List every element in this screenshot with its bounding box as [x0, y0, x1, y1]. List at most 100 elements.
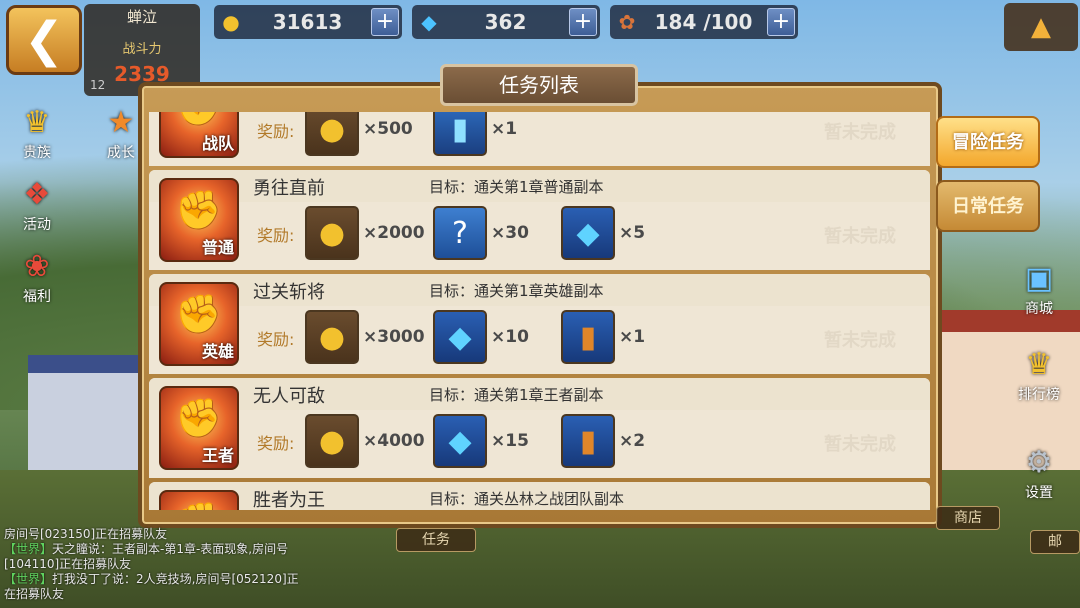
- quest-name: 胜者为王: [253, 490, 325, 510]
- chevron-left-icon: ❮: [23, 12, 65, 68]
- reward-item: ◆ ×10: [433, 310, 529, 364]
- reward-count: ×5: [619, 223, 646, 243]
- side-label: 贵族: [23, 145, 51, 161]
- diamond-icon: ◆: [421, 10, 437, 34]
- power-label: 战斗力: [122, 42, 162, 57]
- stamina-counter: ✿ 184 /100 +: [610, 5, 798, 39]
- reward-item: ▮ ×1: [561, 310, 645, 364]
- gold-counter: ● 31613 +: [214, 5, 402, 39]
- chat-channel: 【世界】: [4, 542, 53, 556]
- reward-item: ? ×30: [433, 206, 529, 260]
- fist-icon: ✊: [175, 396, 223, 440]
- trophy-icon: ♛: [1025, 347, 1053, 382]
- quest-name: 无人可敌: [253, 386, 325, 407]
- reward-label: 奖励:: [257, 226, 295, 245]
- gem-value: 362: [484, 10, 527, 34]
- coin-icon: ●: [222, 10, 240, 34]
- task-list[interactable]: ✊战队 奖励: ●×500 ▮×1 暂未完成 ✊普通 勇往直前 目标：通关第1章…: [149, 112, 930, 510]
- chest-icon: ▣: [1024, 261, 1054, 296]
- shop-bottom-tab[interactable]: 商店: [936, 506, 1000, 530]
- gem-counter: ◆ 362 +: [412, 5, 600, 39]
- add-stamina-button[interactable]: +: [767, 8, 795, 36]
- triangle-up-icon: ▲: [1031, 12, 1051, 42]
- fist-icon: ✊: [175, 188, 223, 232]
- quest-name: 过关斩将: [253, 282, 325, 303]
- side-label: 商城: [1025, 301, 1053, 317]
- chat-channel: 【世界】: [4, 572, 53, 586]
- chat-text: 房间号[023150]正在招募队友: [4, 527, 168, 541]
- reward-count: ×1: [619, 327, 646, 347]
- side-label: 福利: [23, 289, 51, 305]
- side-rank-button[interactable]: ♛ 排行榜: [1004, 346, 1074, 404]
- chat-line: 【世界】天之瞳说：王者副本-第1章-表面现象,房间号[104110]正在招募队友: [4, 542, 304, 572]
- reward-item: ◆ ×15: [433, 414, 529, 468]
- reward-item: ▮ ×2: [561, 414, 645, 468]
- coin-icon: ●: [305, 310, 359, 364]
- reward-count: ×4000: [363, 431, 425, 451]
- reward-count: ×3000: [363, 327, 425, 347]
- reward-label: 奖励:: [257, 330, 295, 349]
- task-row[interactable]: ✊ 普通 勇往直前 目标：通关第1章普通副本 奖励: ● ×2000 ? ×30 ◆ ×…: [149, 170, 930, 270]
- quest-icon: ✊ 英雄: [159, 282, 239, 366]
- coin-icon: ●: [305, 414, 359, 468]
- reward-count: ×2000: [363, 223, 425, 243]
- meat-icon: ✿: [618, 10, 636, 34]
- quest-status: 暂未完成: [824, 122, 896, 143]
- reward-count: ×500: [363, 119, 413, 139]
- add-gem-button[interactable]: +: [569, 8, 597, 36]
- side-shop-button[interactable]: ▣ 商城: [1004, 260, 1074, 318]
- player-level: 12: [90, 78, 106, 92]
- task-bottom-tab[interactable]: 任务: [396, 528, 476, 552]
- reward-item: ● ×500: [305, 112, 413, 156]
- background-house: [28, 355, 148, 475]
- quest-icon: ✊ 战队: [159, 112, 239, 158]
- event-icon: ❖: [23, 177, 51, 212]
- diamond-icon: ◆: [433, 414, 487, 468]
- chat-log[interactable]: 房间号[023150]正在招募队友 【世界】天之瞳说：王者副本-第1章-表面现象…: [4, 527, 304, 602]
- quest-goal: 目标：通关第1章英雄副本: [429, 282, 604, 300]
- side-settings-button[interactable]: ⚙ 设置: [1004, 444, 1074, 502]
- fist-icon: ✊: [161, 500, 237, 510]
- collapse-menu-button[interactable]: ▲: [1004, 3, 1078, 51]
- mail-bottom-tab[interactable]: 邮: [1030, 530, 1080, 554]
- reward-item: ● ×3000: [305, 310, 425, 364]
- quest-badge: 英雄: [201, 342, 234, 361]
- side-label: 设置: [1025, 485, 1053, 501]
- reward-count: ×10: [491, 327, 529, 347]
- side-events-button[interactable]: ❖ 活动: [2, 176, 72, 234]
- task-row[interactable]: ✊ 英雄 过关斩将 目标：通关第1章英雄副本 奖励: ● ×3000 ◆ ×10 ▮ ×…: [149, 274, 930, 374]
- side-label: 活动: [23, 217, 51, 233]
- back-button[interactable]: ❮: [6, 5, 82, 75]
- reward-label: 奖励:: [257, 434, 295, 453]
- task-row[interactable]: ✊ 胜者为王 目标：通关丛林之战团队副本: [149, 482, 930, 510]
- reward-count: ×30: [491, 223, 529, 243]
- coin-icon: ●: [305, 206, 359, 260]
- side-welfare-button[interactable]: ❀ 福利: [2, 248, 72, 306]
- reward-label: 奖励:: [257, 122, 295, 141]
- quest-goal: 目标：通关第1章普通副本: [429, 178, 604, 196]
- quest-name: 勇往直前: [253, 178, 325, 199]
- tab-adventure-tasks[interactable]: 冒险任务: [936, 116, 1040, 168]
- side-nobility-button[interactable]: ♛ 贵族: [2, 104, 72, 162]
- mystery-item-icon: ?: [433, 206, 487, 260]
- gold-value: 31613: [272, 10, 343, 34]
- card-book-icon: ▮: [561, 310, 615, 364]
- side-label: 排行榜: [1018, 387, 1060, 403]
- quest-badge: 王者: [201, 446, 234, 465]
- quest-icon: ✊ 王者: [159, 386, 239, 470]
- tab-daily-tasks[interactable]: 日常任务: [936, 180, 1040, 232]
- add-gold-button[interactable]: +: [371, 8, 399, 36]
- reward-item: ● ×4000: [305, 414, 425, 468]
- task-row[interactable]: ✊ 战队 奖励: ●×500 ▮×1 暂未完成: [149, 112, 930, 166]
- reward-count: ×15: [491, 431, 529, 451]
- quest-icon: ✊: [159, 490, 239, 510]
- gear-icon: ⚙: [1025, 445, 1053, 480]
- reward-item: ● ×2000: [305, 206, 425, 260]
- reward-count: ×2: [619, 431, 646, 451]
- coin-icon: ●: [305, 112, 359, 156]
- quest-status: 暂未完成: [824, 330, 896, 351]
- quest-badge: 普通: [201, 238, 234, 257]
- task-row[interactable]: ✊ 王者 无人可敌 目标：通关第1章王者副本 奖励: ● ×4000 ◆ ×15 ▮ ×…: [149, 378, 930, 478]
- diamond-icon: ◆: [561, 206, 615, 260]
- stamina-value: 184 /100: [654, 10, 753, 34]
